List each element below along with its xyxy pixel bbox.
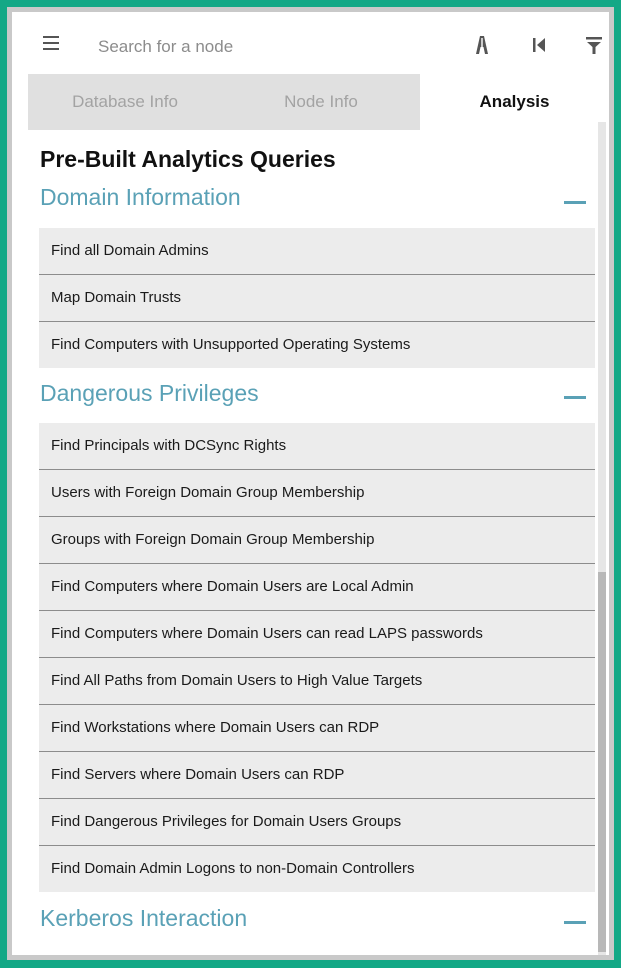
search-bar [12,12,609,74]
page-title: Pre-Built Analytics Queries [40,146,336,172]
query-item[interactable]: Find Workstations where Domain Users can… [39,705,595,752]
query-item[interactable]: Users with Foreign Domain Group Membersh… [39,470,595,517]
collapse-icon[interactable] [564,201,586,204]
scrollbar-thumb[interactable] [598,572,606,952]
query-item[interactable]: Find Servers where Domain Users can RDP [39,752,595,799]
search-input[interactable] [96,32,430,62]
dangerous-privileges-query-list: Find Principals with DCSync Rights Users… [39,423,595,892]
back-icon[interactable] [528,34,550,56]
filter-icon[interactable] [583,34,605,56]
query-item[interactable]: Map Domain Trusts [39,275,595,322]
tab-bar: Database Info Node Info Analysis [12,74,609,130]
query-item[interactable]: Find Principals with DCSync Rights [39,423,595,470]
query-item[interactable]: Find all Domain Admins [39,228,595,275]
analysis-content: Pre-Built Analytics Queries Domain Infor… [12,130,609,955]
domain-information-query-list: Find all Domain Admins Map Domain Trusts… [39,228,595,368]
scrollbar[interactable] [598,122,606,955]
query-item[interactable]: Find Domain Admin Logons to non-Domain C… [39,846,595,892]
tab-analysis[interactable]: Analysis [420,74,609,130]
section-title-dangerous-privileges[interactable]: Dangerous Privileges [40,380,259,407]
query-item[interactable]: Find Computers with Unsupported Operatin… [39,322,595,368]
query-item[interactable]: Find Dangerous Privileges for Domain Use… [39,799,595,846]
section-title-kerberos-interaction[interactable]: Kerberos Interaction [40,905,247,932]
tab-node-info[interactable]: Node Info [222,74,420,130]
collapse-icon[interactable] [564,396,586,399]
section-title-domain-information[interactable]: Domain Information [40,184,241,211]
query-item[interactable]: Find Computers where Domain Users can re… [39,611,595,658]
app-window-frame: Database Info Node Info Analysis Pre-Bui… [7,7,614,960]
collapse-icon[interactable] [564,921,586,924]
tab-database-info[interactable]: Database Info [28,74,222,130]
hamburger-menu-icon[interactable] [43,36,59,50]
query-item[interactable]: Groups with Foreign Domain Group Members… [39,517,595,564]
pathfinding-icon[interactable] [471,34,493,56]
query-item[interactable]: Find All Paths from Domain Users to High… [39,658,595,705]
query-item[interactable]: Find Computers where Domain Users are Lo… [39,564,595,611]
bloodhound-panel: Database Info Node Info Analysis Pre-Bui… [12,12,609,955]
